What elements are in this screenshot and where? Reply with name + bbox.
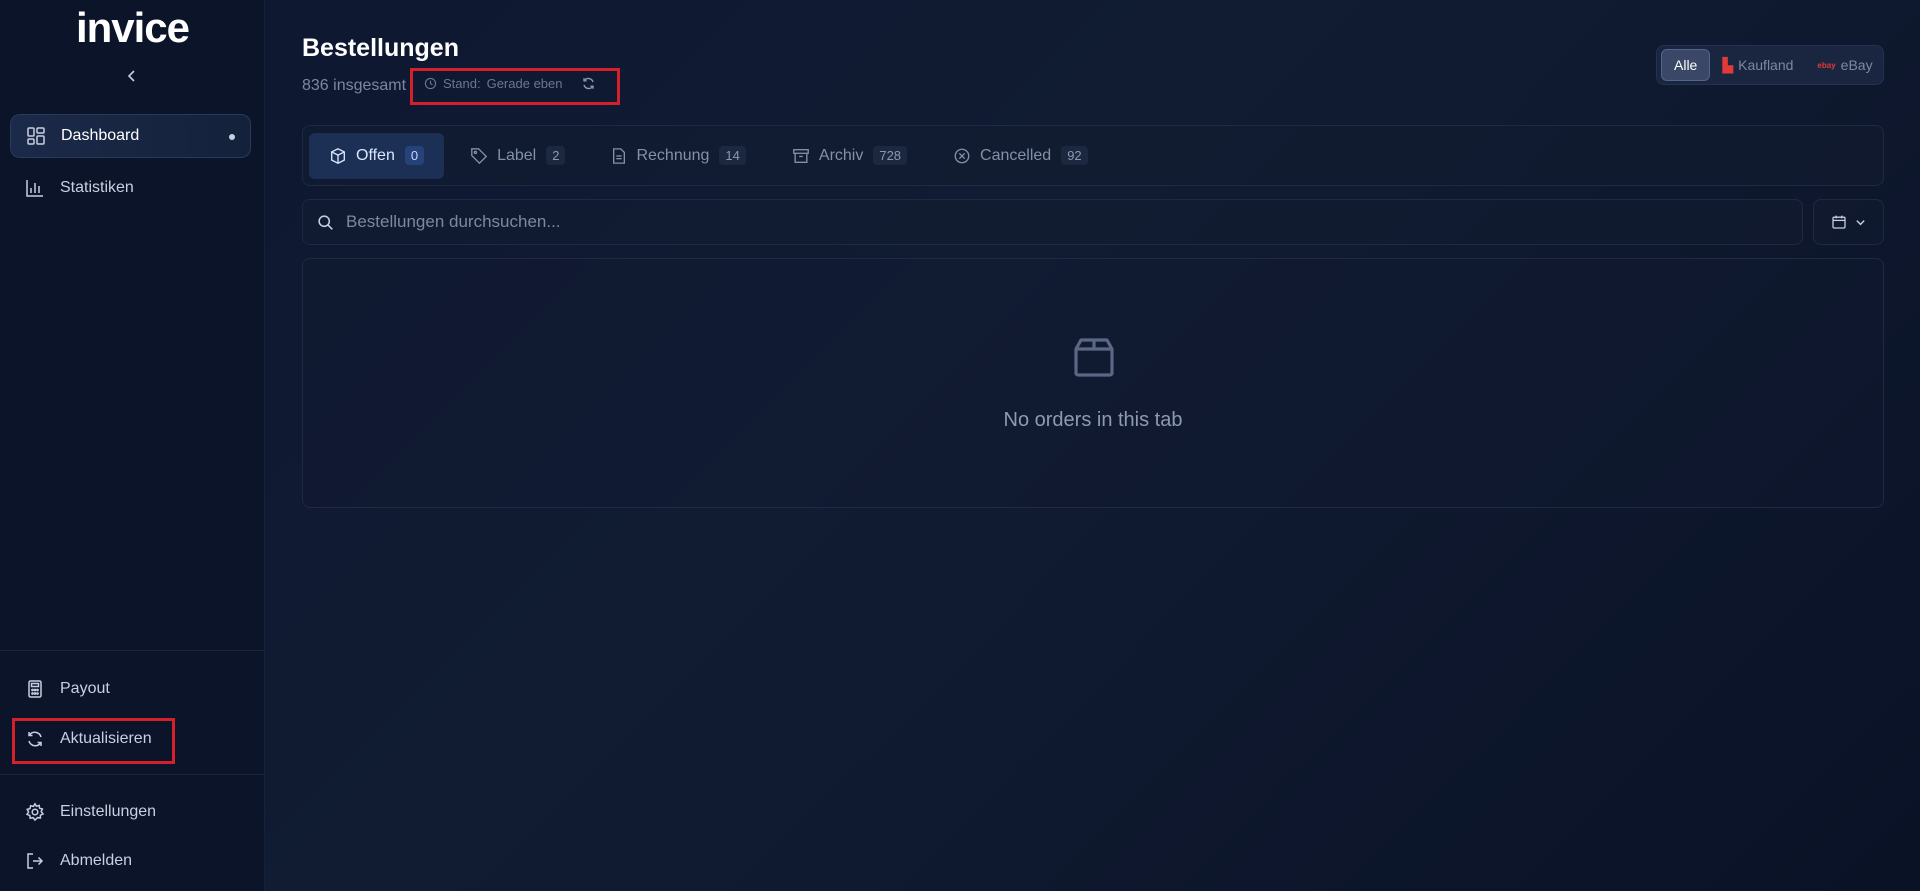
sidebar-item-payout[interactable]: Payout (10, 667, 251, 711)
marketplace-ebay-button[interactable]: ebay eBay (1805, 49, 1884, 81)
app-logo: invice (75, 4, 190, 51)
search-bar (302, 199, 1803, 245)
order-count: 836 insgesamt (302, 77, 407, 94)
orders-panel: No orders in this tab (302, 258, 1884, 508)
search-icon (317, 214, 334, 231)
tab-offen[interactable]: Offen 0 (309, 132, 445, 179)
marketplace-option-label: Kaufland (1738, 57, 1794, 73)
bar-chart-icon (24, 177, 46, 199)
date-filter-button[interactable] (1813, 199, 1884, 245)
sidebar: invice Dashboard Statistiken Payout Aktu… (0, 0, 265, 891)
tab-cancelled[interactable]: Cancelled 92 (933, 133, 1108, 179)
tab-label[interactable]: Label 2 (450, 133, 585, 179)
page-title: Bestellungen (302, 34, 459, 62)
tab-count-badge: 92 (1061, 146, 1088, 165)
calendar-icon (1831, 214, 1847, 230)
sidebar-item-label: Payout (60, 680, 110, 697)
sidebar-divider (0, 650, 265, 651)
box-icon (1070, 333, 1118, 386)
tab-label-text: Label (497, 146, 537, 164)
marketplace-option-label: eBay (1840, 57, 1873, 73)
sidebar-item-label: Statistiken (60, 179, 134, 196)
marketplace-filter: Alle ▙ Kaufland ebay eBay (1656, 45, 1884, 85)
archive-icon (792, 147, 810, 165)
marketplace-kaufland-button[interactable]: ▙ Kaufland (1710, 49, 1805, 81)
calculator-icon (24, 678, 46, 700)
highlight-box-aktualisieren (12, 718, 175, 764)
tab-count-badge: 14 (719, 146, 746, 165)
search-input[interactable] (346, 212, 1746, 232)
tab-label: Rechnung (636, 146, 710, 164)
chevron-left-icon (127, 70, 135, 82)
tab-label: Cancelled (980, 146, 1052, 164)
gear-icon (24, 801, 46, 823)
sidebar-item-label: Einstellungen (60, 803, 157, 820)
sidebar-item-einstellungen[interactable]: Einstellungen (10, 790, 251, 834)
sidebar-item-statistiken[interactable]: Statistiken (10, 166, 251, 210)
tag-icon (470, 147, 488, 165)
marketplace-option-label: Alle (1674, 57, 1698, 73)
sidebar-item-label: Dashboard (61, 127, 140, 144)
collapse-sidebar-button[interactable] (120, 64, 144, 88)
box-icon (329, 147, 347, 165)
marketplace-alle-button[interactable]: Alle (1661, 49, 1711, 81)
highlight-box-stand (410, 68, 620, 105)
sidebar-item-label: Abmelden (60, 852, 133, 869)
document-icon (611, 147, 627, 165)
tab-count-badge: 2 (546, 146, 566, 165)
sidebar-item-dashboard[interactable]: Dashboard (10, 114, 251, 158)
x-circle-icon (953, 147, 971, 165)
sidebar-item-abmelden[interactable]: Abmelden (10, 839, 251, 883)
tab-count-badge: 728 (873, 146, 908, 165)
tab-rechnung[interactable]: Rechnung 14 (591, 133, 765, 179)
tab-archiv[interactable]: Archiv 728 (772, 133, 927, 179)
tab-label: Offen (356, 146, 395, 164)
ebay-icon: ebay (1817, 60, 1836, 70)
dashboard-icon (25, 125, 47, 147)
tab-count-badge: 0 (404, 146, 425, 165)
logout-icon (24, 850, 46, 872)
order-tabs: Offen 0 Label 2 Rechnung 14 Archiv 728 C… (302, 125, 1884, 186)
tab-label: Archiv (818, 146, 864, 164)
empty-state-message: No orders in this tab (1003, 409, 1183, 431)
chevron-down-icon (1855, 217, 1866, 228)
active-indicator-dot (229, 134, 235, 140)
sidebar-divider (0, 774, 265, 775)
kaufland-icon: ▙ (1722, 56, 1734, 73)
